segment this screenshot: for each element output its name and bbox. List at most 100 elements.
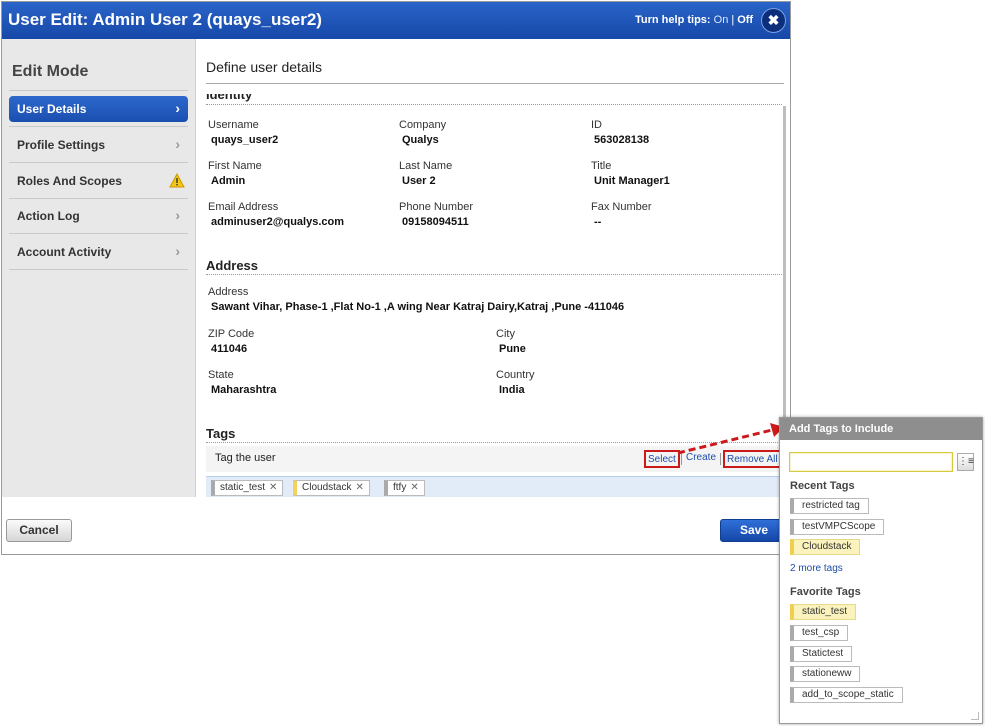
close-button[interactable]: ✖	[761, 8, 786, 33]
help-tips-label: Turn help tips:	[635, 14, 711, 26]
last-name-label: Last Name	[399, 160, 453, 172]
warning-icon	[169, 172, 185, 191]
tag-tree-icon[interactable]: ⋮≡	[957, 453, 974, 471]
id-value: 563028138	[594, 134, 650, 146]
popup-title: Add Tags to Include	[780, 418, 982, 440]
phone-value: 09158094511	[402, 216, 469, 228]
divider	[9, 126, 188, 127]
first-name-value: Admin	[211, 175, 246, 187]
username-label: Username	[208, 119, 259, 131]
fax-value: --	[594, 216, 602, 228]
phone-label: Phone Number	[399, 201, 473, 213]
tag-chip-static-test: static_test ✕	[211, 480, 284, 496]
address-value: Sawant Vihar, Phase-1 ,Flat No-1 ,A wing…	[211, 301, 625, 313]
username-value: quays_user2	[211, 134, 279, 146]
state-label: State	[208, 369, 234, 381]
help-tips-separator: |	[731, 14, 735, 26]
sidebar-item-user-details[interactable]: User Details ›	[9, 96, 188, 122]
favorite-tags-heading: Favorite Tags	[790, 586, 861, 598]
recent-tag-cloudstack[interactable]: Cloudstack	[790, 539, 861, 555]
cancel-button[interactable]: Cancel	[6, 519, 72, 542]
window-title: User Edit: Admin User 2 (quays_user2)	[8, 10, 322, 29]
divider	[206, 274, 782, 275]
help-tips-toggle: Turn help tips: On | Off	[635, 14, 753, 26]
remove-tag-icon[interactable]: ✕	[355, 482, 363, 493]
tag-chip-label: ftfy	[393, 482, 407, 493]
tag-chip-list: static_test ✕ Cloudstack ✕ ftfy ✕	[206, 476, 782, 498]
divider	[206, 104, 782, 105]
tag-the-user-label: Tag the user	[215, 452, 276, 464]
country-value: India	[499, 384, 525, 396]
sidebar-item-label: Roles And Scopes	[17, 174, 122, 188]
divider	[9, 198, 188, 199]
sidebar-item-roles-and-scopes[interactable]: Roles And Scopes	[9, 168, 188, 194]
sidebar-item-label: User Details	[17, 102, 87, 116]
select-tags-link[interactable]: Select	[644, 450, 680, 468]
country-label: Country	[496, 369, 535, 381]
chevron-right-icon: ›	[175, 136, 180, 152]
remove-tag-icon[interactable]: ✕	[269, 482, 277, 493]
user-edit-window: User Edit: Admin User 2 (quays_user2) Tu…	[1, 1, 791, 555]
first-name-label: First Name	[208, 160, 262, 172]
city-label: City	[496, 328, 515, 340]
footer-bar: Cancel Save	[2, 497, 790, 554]
sidebar-item-account-activity[interactable]: Account Activity ›	[9, 239, 188, 265]
divider	[206, 83, 784, 84]
company-value: Qualys	[402, 134, 439, 146]
zip-label: ZIP Code	[208, 328, 255, 340]
remove-tag-icon[interactable]: ✕	[410, 482, 418, 493]
identity-section-title: Identity	[206, 94, 253, 102]
recent-tags-heading: Recent Tags	[790, 480, 855, 492]
page-title: Define user details	[206, 59, 322, 75]
more-tags-link[interactable]: 2 more tags	[790, 563, 843, 574]
sidebar-item-label: Profile Settings	[17, 138, 106, 152]
tags-section-title: Tags	[206, 426, 236, 441]
state-value: Maharashtra	[211, 384, 277, 396]
favorite-tag-stationeww[interactable]: stationeww	[790, 666, 861, 682]
title-value: Unit Manager1	[594, 175, 670, 187]
zip-value: 411046	[211, 343, 248, 355]
recent-tag-testvmpcscope[interactable]: testVMPCScope	[790, 519, 885, 535]
save-button[interactable]: Save	[720, 519, 788, 542]
fax-label: Fax Number	[591, 201, 652, 213]
add-tags-popup: Add Tags to Include ⋮≡ Recent Tags restr…	[779, 417, 983, 724]
email-label: Email Address	[208, 201, 279, 213]
chevron-right-icon: ›	[175, 207, 180, 223]
tag-chip-label: Cloudstack	[302, 482, 352, 493]
sidebar: Edit Mode User Details › Profile Setting…	[2, 39, 196, 497]
city-value: Pune	[499, 343, 526, 355]
address-section-title: Address	[206, 258, 259, 273]
recent-tag-restricted-tag[interactable]: restricted tag	[790, 498, 869, 514]
annotation-arrow	[677, 423, 784, 455]
chevron-right-icon: ›	[175, 100, 180, 116]
close-icon: ✖	[767, 12, 780, 28]
id-label: ID	[591, 119, 602, 131]
favorite-tag-static-test[interactable]: static_test	[790, 604, 857, 620]
sidebar-item-label: Action Log	[17, 209, 80, 223]
divider	[9, 90, 188, 91]
divider	[9, 162, 188, 163]
email-value: adminuser2@qualys.com	[211, 216, 344, 228]
sidebar-item-profile-settings[interactable]: Profile Settings ›	[9, 132, 188, 158]
tag-chip-ftfy: ftfy ✕	[384, 480, 425, 496]
help-tips-on-link[interactable]: On	[714, 14, 729, 26]
title-bar: User Edit: Admin User 2 (quays_user2) Tu…	[2, 2, 790, 39]
sidebar-item-label: Account Activity	[17, 245, 112, 259]
sidebar-item-action-log[interactable]: Action Log ›	[9, 203, 188, 229]
tag-search-input[interactable]	[789, 452, 953, 472]
title-label: Title	[591, 160, 612, 172]
help-tips-off-link[interactable]: Off	[737, 14, 753, 26]
chevron-right-icon: ›	[175, 243, 180, 259]
tag-chip-cloudstack: Cloudstack ✕	[293, 480, 370, 496]
last-name-value: User 2	[402, 175, 436, 187]
edit-mode-heading: Edit Mode	[12, 63, 89, 80]
address-label: Address	[208, 286, 249, 298]
divider	[9, 269, 188, 270]
favorite-tag-test-csp[interactable]: test_csp	[790, 625, 849, 641]
favorite-tag-add-to-scope-static[interactable]: add_to_scope_static	[790, 687, 903, 703]
company-label: Company	[399, 119, 447, 131]
favorite-tag-statictest[interactable]: Statictest	[790, 646, 853, 662]
resize-grip-icon[interactable]	[971, 712, 979, 720]
divider	[9, 233, 188, 234]
tag-chip-label: static_test	[220, 482, 266, 493]
